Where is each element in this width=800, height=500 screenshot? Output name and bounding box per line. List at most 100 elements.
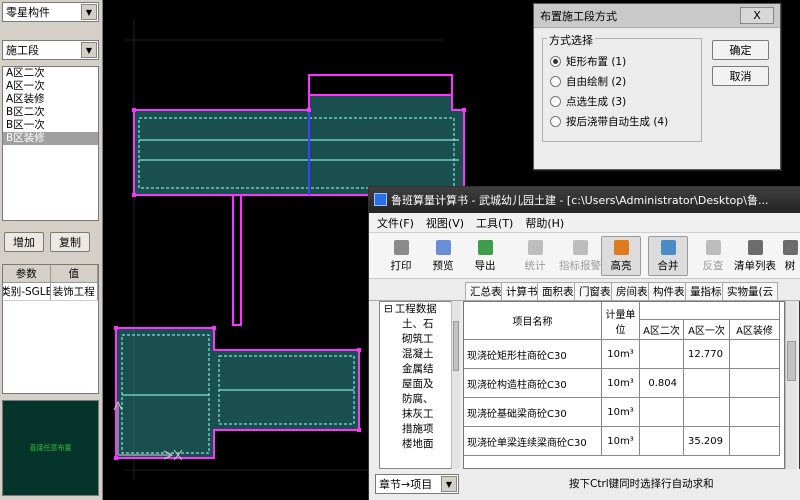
tab-rooms[interactable]: 房间表 [611,282,653,300]
tab-area[interactable]: 面积表 [537,282,579,300]
param-name: 类别-SGLE [3,283,51,300]
preview-pane: 直接任意布置 [2,400,99,496]
radio-free-draw[interactable]: 自由绘制 (2) [550,74,626,89]
toolbar-label: 清单列表 [734,260,776,272]
tree-node[interactable]: 楼地面 [380,437,458,452]
tab-physical[interactable]: 实物量(云 [722,282,779,300]
tree-node[interactable]: 土、石 [380,317,458,332]
tab-doors-windows[interactable]: 门窗表 [574,282,616,300]
tree-node[interactable]: 防腐、 [380,392,458,407]
phase-list-item[interactable]: B区二次 [3,106,98,119]
list-button[interactable]: 清单列表 [733,236,777,276]
menu-file[interactable]: 文件(F) [377,215,414,231]
cell-a2[interactable]: 0.804 [640,369,684,398]
tree-node[interactable]: 措施项 [380,422,458,437]
phase-list-item[interactable]: A区二次 [3,67,98,80]
cell-a-deco[interactable] [730,427,780,456]
cell-a1[interactable] [684,369,730,398]
phase-list-item[interactable]: A区一次 [3,80,98,93]
cell-a-deco[interactable] [730,398,780,427]
tree-node[interactable]: 屋面及 [380,377,458,392]
add-button[interactable]: 增加 [4,232,44,252]
cell-item-name[interactable]: 现浇砼构造柱商砼C30 [464,369,602,398]
cell-a2[interactable] [640,398,684,427]
cell-a1[interactable]: 35.209 [684,427,730,456]
scroll-thumb[interactable] [453,321,459,371]
stats-icon [527,240,543,255]
cell-item-name[interactable]: 现浇砼矩形柱商砼C30 [464,340,602,369]
tab-indicators[interactable]: 量指标 [685,282,727,300]
tree-node[interactable]: ⊟ 工程数据 [380,302,458,317]
cell-a1[interactable] [684,398,730,427]
phase-type-combo[interactable]: 施工段 ▼ [2,40,99,60]
window-title[interactable]: 鲁班算量计算书 - 武城幼儿园土建 - [c:\Users\Administra… [369,187,800,213]
cancel-button[interactable]: 取消 [712,66,769,86]
collapse-icon[interactable]: ⊟ [384,303,393,315]
tab-components[interactable]: 构件表 [648,282,690,300]
cell-unit[interactable]: 10m³ [602,398,640,427]
copy-button[interactable]: 复制 [50,232,90,252]
alarm-button[interactable]: 指标报警 [555,236,605,276]
print-button[interactable]: 打印 [381,236,421,276]
component-type-combo[interactable]: 零星构件 ▼ [2,2,99,22]
toolbar: 打印 预览 导出 统计 指标报警 高亮 合并 反查 清单列表 树 [369,233,800,279]
ok-button[interactable]: 确定 [712,40,769,60]
parameter-row[interactable]: 类别-SGLE 装饰工程 [3,283,98,301]
tree-node[interactable]: 抹灰工 [380,407,458,422]
stats-button[interactable]: 统计 [515,236,555,276]
phase-list-item[interactable]: B区装修 [3,132,98,145]
table-scrollbar[interactable] [785,301,797,469]
phase-list-item[interactable]: A区装修 [3,93,98,106]
col-header-group [640,302,780,320]
chevron-down-icon[interactable]: ▼ [441,476,457,492]
radio-rect-layout[interactable]: 矩形布置 (1) [550,54,626,69]
toolbar-label: 统计 [524,260,546,272]
preview-caption: 直接任意布置 [29,444,72,452]
cell-unit[interactable]: 10m³ [602,427,640,456]
cell-item-name[interactable]: 现浇砼基础梁商砼C30 [464,398,602,427]
tree-node-label: 砌筑工 [402,333,434,345]
menu-help[interactable]: 帮助(H) [525,215,564,231]
toolbar-label: 指标报警 [559,260,601,272]
preview-button[interactable]: 预览 [423,236,463,276]
tree-node-label: 金属结 [402,363,434,375]
scroll-thumb[interactable] [787,341,796,381]
window-title-text: 鲁班算量计算书 - 武城幼儿园土建 - [c:\Users\Administra… [391,194,769,207]
cell-a2[interactable] [640,427,684,456]
phase-list-item[interactable]: B区一次 [3,119,98,132]
merge-button[interactable]: 合并 [648,236,688,276]
cell-unit[interactable]: 10m³ [602,340,640,369]
chevron-down-icon[interactable]: ▼ [81,42,97,58]
level-combo[interactable]: 章节→项目 ▼ [375,474,459,494]
tree-button[interactable]: 树 [779,236,800,276]
menu-tools[interactable]: 工具(T) [476,215,513,231]
param-value[interactable]: 装饰工程 [51,283,98,300]
close-icon[interactable]: X [740,7,774,24]
cell-item-name[interactable]: 现浇砼单梁连续梁商砼C30 [464,427,602,456]
tree-node-label: 防腐、 [402,393,434,405]
reverse-lookup-button[interactable]: 反查 [693,236,733,276]
export-button[interactable]: 导出 [465,236,505,276]
cell-a-deco[interactable] [730,340,780,369]
menu-view[interactable]: 视图(V) [426,215,464,231]
highlight-button[interactable]: 高亮 [601,236,641,276]
cell-a1[interactable]: 12.770 [684,340,730,369]
toolbar-label: 导出 [474,260,496,272]
tree-node[interactable]: 砌筑工 [380,332,458,347]
phase-type-value: 施工段 [6,44,39,57]
tree-node[interactable]: 混凝土 [380,347,458,362]
chevron-down-icon[interactable]: ▼ [81,4,97,20]
cell-a2[interactable] [640,340,684,369]
phase-list[interactable]: A区二次 A区一次 A区装修 B区二次 B区一次 B区装修 [2,66,99,221]
quantity-table: 项目名称 计量单位 A区二次 A区一次 A区装修 现浇砼矩形柱商砼C30 10m³… [463,301,785,469]
app-icon [374,193,387,206]
radio-auto-generate[interactable]: 按后浇带自动生成 (4) [550,114,668,129]
cell-unit[interactable]: 10m³ [602,369,640,398]
radio-pick-generate[interactable]: 点选生成 (3) [550,94,626,109]
project-tree[interactable]: ⊟ 工程数据 土、石 砌筑工混凝土 金属结屋面及 防腐、抹灰工 措施项 楼地面 [379,301,459,469]
tree-scrollbar[interactable] [451,301,460,469]
cell-a-deco[interactable] [730,369,780,398]
toolbar-label: 预览 [432,260,454,272]
tree-node[interactable]: 金属结 [380,362,458,377]
floorplan-upper [133,74,465,196]
